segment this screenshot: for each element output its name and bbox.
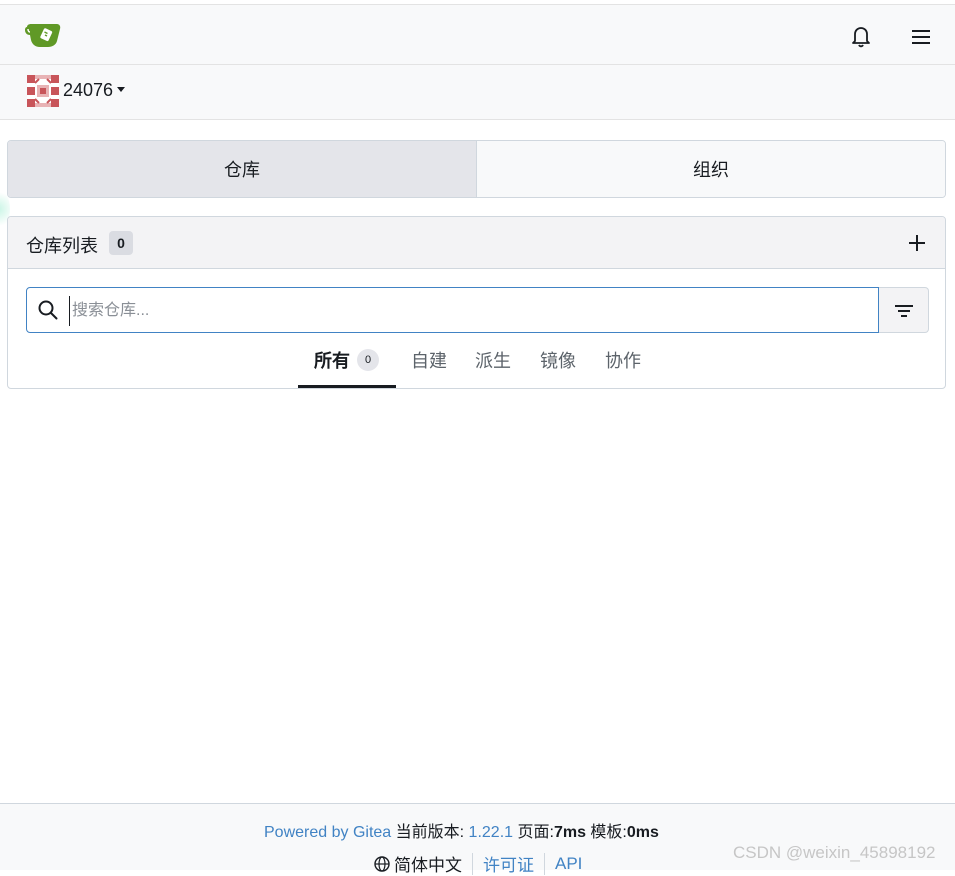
- version-link[interactable]: 1.22.1: [469, 824, 513, 841]
- context-switcher-bar: 24076: [0, 65, 955, 120]
- footer-version-line: Powered by Gitea 当前版本: 1.22.1 页面:7ms 模板:…: [264, 818, 659, 842]
- page-time-value: 7ms: [553, 824, 586, 841]
- panel-title: 仓库列表: [26, 236, 98, 256]
- tab-repositories[interactable]: 仓库: [8, 141, 477, 197]
- tab-collaborative[interactable]: 协作: [605, 347, 641, 373]
- tab-sources[interactable]: 自建: [411, 347, 447, 373]
- page-time-label: 页面:: [517, 824, 554, 841]
- search-input[interactable]: [69, 296, 864, 326]
- api-link[interactable]: API: [555, 854, 582, 874]
- tab-mirrors[interactable]: 镜像: [540, 347, 576, 373]
- csdn-watermark: CSDN @weixin_45898192: [733, 843, 936, 862]
- repo-filter-tabs: 所有 0 自建 派生 镜像 协作: [8, 341, 945, 388]
- plus-icon[interactable]: [906, 232, 928, 254]
- caret-down-icon[interactable]: [117, 87, 125, 92]
- hamburger-menu-icon[interactable]: [909, 25, 933, 49]
- footer-divider: [544, 852, 545, 875]
- footer-links-line: 简体中文 许可证 API: [374, 851, 582, 876]
- version-label: 当前版本:: [395, 824, 465, 841]
- filter-icon: [895, 305, 913, 317]
- search-icon: [38, 300, 58, 320]
- template-time-label: 模板:: [590, 824, 627, 841]
- footer-divider: [472, 852, 473, 875]
- template-time-value: 0ms: [626, 824, 659, 841]
- username-label[interactable]: 24076: [63, 80, 113, 101]
- identicon-avatar[interactable]: [27, 75, 59, 107]
- license-link[interactable]: 许可证: [483, 851, 534, 876]
- search-box: [26, 287, 879, 333]
- globe-icon: [374, 855, 390, 872]
- tab-organizations[interactable]: 组织: [477, 141, 945, 197]
- top-navbar: [0, 4, 955, 65]
- active-tab-underline: [298, 385, 396, 388]
- language-selector[interactable]: 简体中文: [394, 851, 462, 876]
- tab-forks[interactable]: 派生: [475, 347, 511, 373]
- powered-by-link[interactable]: Powered by Gitea: [264, 824, 391, 841]
- repo-list-panel: 仓库列表 0 所有 0 自建 派生 镜像 协作: [7, 216, 946, 389]
- bell-icon[interactable]: [849, 24, 873, 48]
- gitea-logo-icon[interactable]: [24, 19, 64, 51]
- panel-header: 仓库列表 0: [8, 217, 945, 269]
- dashboard-switcher: 仓库 组织: [7, 140, 946, 198]
- repo-count-badge: 0: [109, 231, 133, 255]
- tab-all-count: 0: [357, 349, 379, 371]
- tab-all[interactable]: 所有: [314, 347, 350, 373]
- filter-button[interactable]: [879, 287, 929, 333]
